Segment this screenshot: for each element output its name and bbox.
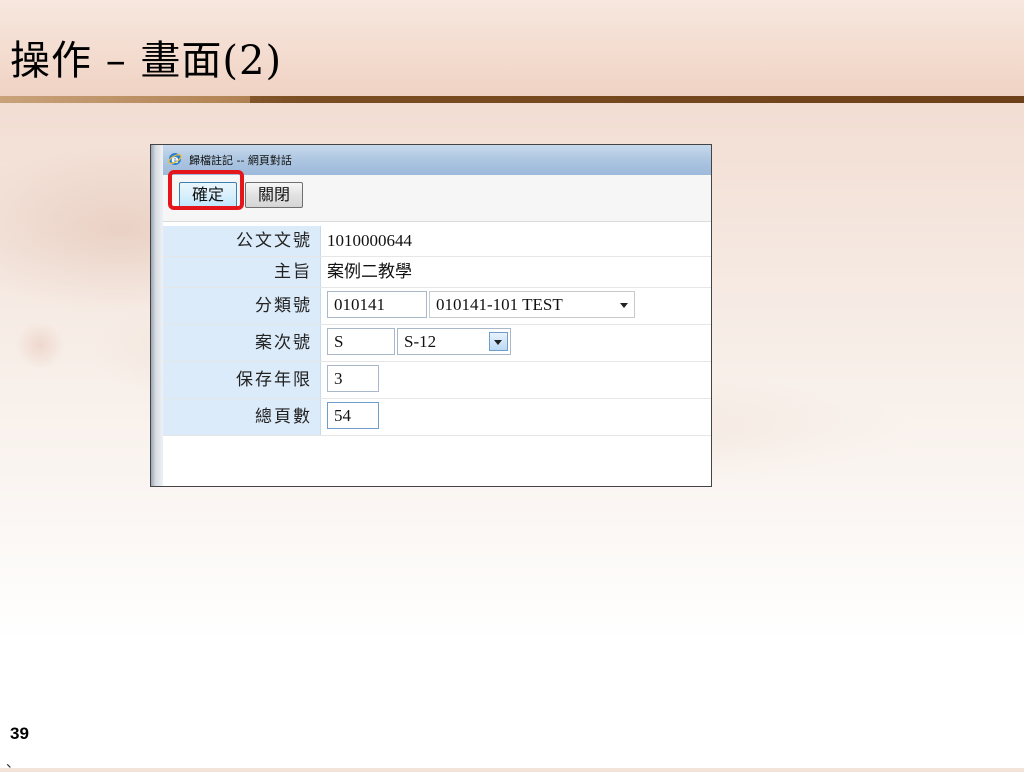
retention-label: 保存年限: [163, 362, 321, 398]
row-category: 分類號 010141 010141-101 TEST: [163, 288, 711, 325]
slide-header: 操作 – 畫面(2): [0, 0, 1024, 96]
case-no-label: 案次號: [163, 325, 321, 361]
dialog-window-edge: [151, 145, 163, 486]
dialog-toolbar: 確定 關閉: [163, 170, 711, 222]
combobox-dropdown-button[interactable]: [489, 332, 508, 351]
corner-mark: 、: [6, 755, 20, 771]
doc-no-label: 公文文號: [163, 226, 321, 256]
subject-value: 案例二教學: [327, 262, 412, 282]
row-case-no: 案次號 S S-12: [163, 325, 711, 362]
title-divider-accent: [0, 96, 250, 103]
doc-no-value: 1010000644: [327, 231, 412, 250]
subject-label: 主旨: [163, 257, 321, 287]
category-select-value: 010141-101 TEST: [436, 295, 563, 314]
archive-note-dialog: e 歸檔註記 -- 網頁對話 確定 關閉 公文文號 1010000644 主旨 …: [150, 144, 712, 487]
close-button[interactable]: 關閉: [245, 182, 303, 208]
case-no-combobox-value: S-12: [404, 332, 437, 351]
pages-label: 總頁數: [163, 399, 321, 435]
dialog-titlebar[interactable]: e 歸檔註記 -- 網頁對話: [163, 145, 711, 176]
pages-input[interactable]: 54: [327, 402, 379, 429]
row-pages: 總頁數 54: [163, 399, 711, 436]
category-select[interactable]: 010141-101 TEST: [429, 291, 635, 318]
category-code-input[interactable]: 010141: [327, 291, 427, 318]
chevron-down-icon: [620, 303, 628, 308]
row-subject: 主旨 案例二教學: [163, 257, 711, 288]
case-no-combobox[interactable]: S-12: [397, 328, 511, 355]
slide-page-number: 39: [10, 724, 29, 743]
slide-title: 操作 – 畫面(2): [10, 38, 283, 84]
retention-input[interactable]: 3: [327, 365, 379, 392]
row-doc-no: 公文文號 1010000644: [163, 226, 711, 257]
category-label: 分類號: [163, 288, 321, 324]
confirm-button-highlight: [168, 170, 244, 210]
row-retention: 保存年限 3: [163, 362, 711, 399]
internet-explorer-icon: e: [168, 153, 182, 166]
chevron-down-icon: [494, 340, 502, 345]
case-no-prefix-input[interactable]: S: [327, 328, 395, 355]
dialog-title: 歸檔註記 -- 網頁對話: [189, 154, 292, 167]
